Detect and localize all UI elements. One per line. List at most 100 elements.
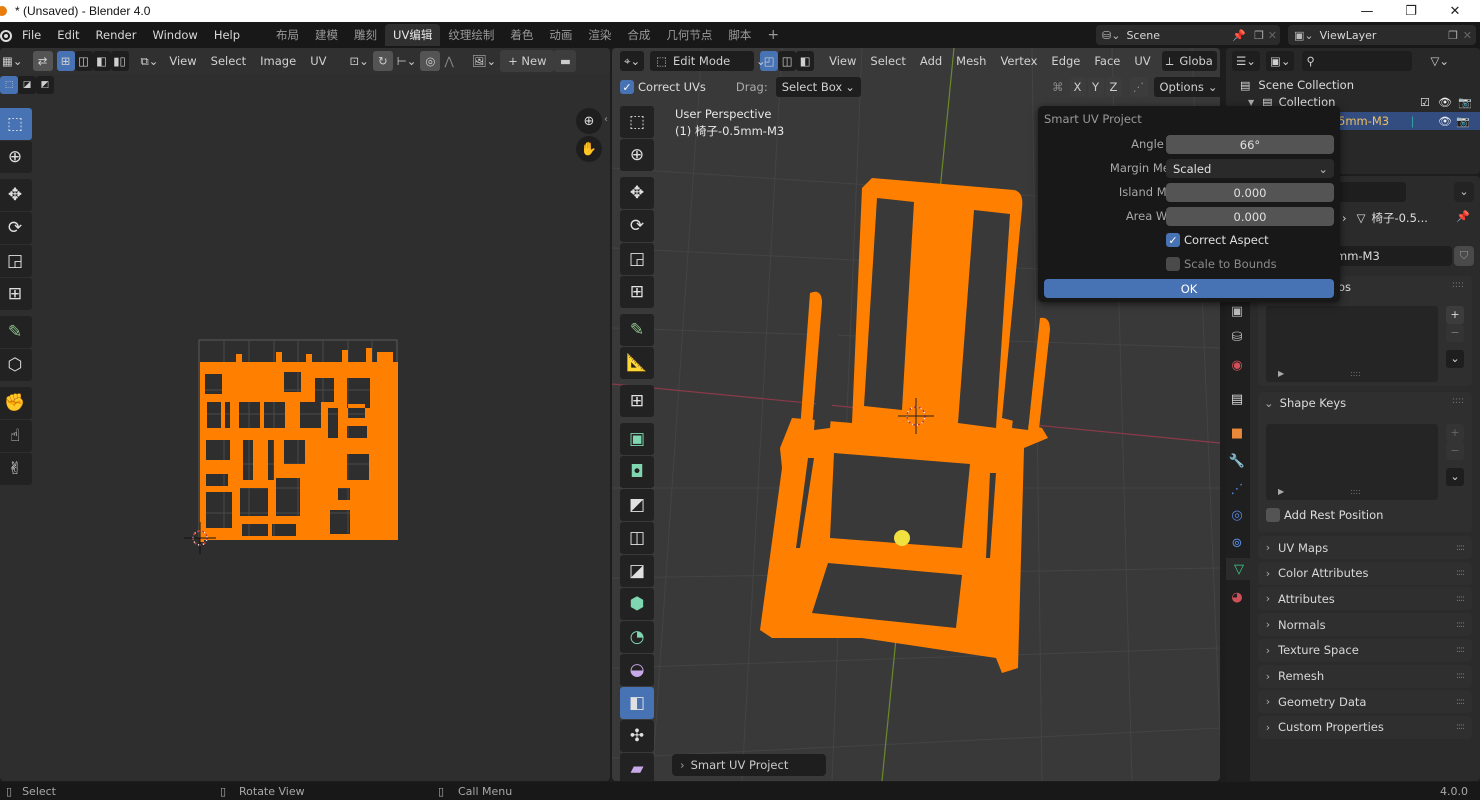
blender-menu-icon[interactable] bbox=[0, 26, 14, 44]
viewport-tool-move[interactable]: ✥ bbox=[620, 177, 654, 209]
angle-limit-field[interactable]: 66° bbox=[1166, 135, 1334, 154]
viewlayer-selector[interactable]: ▣⌄ ViewLayer ❐ ✕ bbox=[1288, 25, 1476, 45]
menu-help[interactable]: Help bbox=[206, 28, 248, 42]
list-resize-handle[interactable]: :::: bbox=[1350, 487, 1361, 496]
editor-type-icon[interactable]: ▦⌄ bbox=[0, 51, 27, 71]
viewport-tool-edge-slide[interactable]: ◧ bbox=[620, 687, 654, 719]
new-scene-icon[interactable]: ❐ bbox=[1254, 29, 1264, 42]
mirror-x-toggle[interactable]: X bbox=[1069, 77, 1086, 97]
vertex-group-specials-button[interactable]: ⌄ bbox=[1446, 350, 1464, 368]
uv-tool-pinch[interactable]: ✌ bbox=[0, 453, 32, 485]
mode-selector[interactable]: ⬚ Edit Mode ⌄ bbox=[650, 51, 766, 71]
drag-select-box-dropdown[interactable]: Select Box ⌄ bbox=[775, 77, 861, 97]
chair-mesh[interactable] bbox=[752, 168, 1072, 678]
viewport-tool-knife[interactable]: ◪ bbox=[620, 555, 654, 587]
area-weight-field[interactable]: 0.000 bbox=[1166, 207, 1334, 226]
display-mode-icon[interactable]: ▣⌄ bbox=[1265, 51, 1295, 71]
add-rest-position-checkbox[interactable] bbox=[1266, 508, 1280, 522]
drag-handle-icon[interactable]: :::: bbox=[1456, 645, 1465, 655]
workspace-tab-layout[interactable]: 布局 bbox=[268, 24, 307, 46]
uv-menu-view[interactable]: View bbox=[162, 54, 203, 68]
workspace-tab-compositing[interactable]: 合成 bbox=[619, 24, 658, 46]
new-image-button[interactable]: + New bbox=[500, 50, 555, 72]
properties-tab-object[interactable]: ■ bbox=[1226, 422, 1248, 444]
viewport-tool-transform[interactable]: ⊞ bbox=[620, 276, 654, 308]
toggle-sidebar-icon[interactable]: ‹ bbox=[604, 114, 608, 125]
uv-tool-transform[interactable]: ⊞ bbox=[0, 278, 32, 310]
viewport-tool-shear[interactable]: ▰ bbox=[620, 753, 654, 781]
workspace-tab-texture-paint[interactable]: 纹理绘制 bbox=[440, 24, 502, 46]
properties-tab-material[interactable]: ◕ bbox=[1226, 586, 1248, 608]
viewport-tool-extrude[interactable]: ▣ bbox=[620, 423, 654, 455]
new-viewlayer-icon[interactable]: ❐ bbox=[1448, 29, 1458, 42]
uv-tool-annotate[interactable]: ✎ bbox=[0, 316, 32, 348]
exclude-checkbox[interactable]: ☑ bbox=[1420, 96, 1430, 109]
maximize-button[interactable]: ❐ bbox=[1388, 0, 1434, 22]
shape-keys-header[interactable]: ⌄ Shape Keys bbox=[1264, 396, 1346, 410]
menu-file[interactable]: File bbox=[14, 28, 49, 42]
uv-tool-rip[interactable]: ⬡ bbox=[0, 349, 32, 381]
workspace-tab-scripting[interactable]: 脚本 bbox=[720, 24, 759, 46]
select-new-icon[interactable]: ⬚ bbox=[0, 76, 18, 94]
uv-canvas[interactable] bbox=[180, 330, 420, 610]
correct-aspect-checkbox[interactable]: ✓ bbox=[1166, 233, 1180, 247]
workspace-tab-uv-editing[interactable]: UV编辑 bbox=[385, 24, 441, 46]
panel-geometry-data[interactable]: › Geometry Data:::: bbox=[1258, 690, 1472, 714]
snap-icon[interactable]: ↻ bbox=[372, 51, 393, 71]
uv-menu-uv[interactable]: UV bbox=[303, 54, 333, 68]
panel-texture-space[interactable]: › Texture Space:::: bbox=[1258, 638, 1472, 662]
mesh-name-field[interactable]: mm-M3 bbox=[1336, 246, 1452, 266]
correct-uvs-checkbox[interactable]: ✓ bbox=[620, 80, 634, 94]
list-filter-icon[interactable]: ▶ bbox=[1278, 369, 1284, 378]
object-visibility-icon[interactable]: 👁 bbox=[1438, 115, 1452, 128]
panel-attributes[interactable]: › Attributes:::: bbox=[1258, 587, 1472, 611]
editor-type-3d-icon[interactable]: ⌖⌄ bbox=[620, 51, 645, 71]
options-dropdown[interactable]: Options ⌄ bbox=[1153, 77, 1220, 97]
workspace-tab-modeling[interactable]: 建模 bbox=[307, 24, 346, 46]
vertex-groups-list[interactable]: ▶ :::: bbox=[1266, 306, 1438, 382]
viewport-tool-spin[interactable]: ◔ bbox=[620, 621, 654, 653]
uv-menu-select[interactable]: Select bbox=[204, 54, 253, 68]
sticky-select-icon[interactable]: ⧉⌄ bbox=[137, 51, 163, 71]
select-extend-icon[interactable]: ◪ bbox=[18, 76, 36, 94]
properties-tab-particles[interactable]: ⋰ bbox=[1226, 478, 1248, 500]
uv-menu-image[interactable]: Image bbox=[253, 54, 303, 68]
viewport-tool-smooth[interactable]: ◒ bbox=[620, 654, 654, 686]
workspace-tab-rendering[interactable]: 渲染 bbox=[580, 24, 619, 46]
drag-handle-icon[interactable]: :::: bbox=[1456, 543, 1465, 553]
edge-select-icon[interactable]: ◫ bbox=[74, 51, 93, 71]
list-filter-icon[interactable]: ▶ bbox=[1278, 487, 1284, 496]
drag-handle-icon[interactable]: :::: bbox=[1456, 620, 1465, 630]
viewport-menu-mesh[interactable]: Mesh bbox=[949, 54, 993, 68]
uv-tool-relax[interactable]: ☝ bbox=[0, 420, 32, 452]
remove-shape-key-button[interactable]: − bbox=[1446, 442, 1464, 460]
topology-mirror-icon[interactable]: ⋰ bbox=[1129, 77, 1148, 97]
zoom-view-icon[interactable]: ⊕ bbox=[576, 108, 602, 134]
outliner-editor-type-icon[interactable]: ☰⌄ bbox=[1232, 51, 1260, 71]
proportional-edit-icon[interactable]: ◎ bbox=[420, 51, 441, 71]
viewport-tool-inset[interactable]: ◘ bbox=[620, 456, 654, 488]
properties-options-icon[interactable]: ⌄ bbox=[1454, 182, 1474, 202]
close-button[interactable]: ✕ bbox=[1432, 0, 1478, 22]
scene-selector[interactable]: ⛁⌄ Scene 📌 ❐ ✕ bbox=[1096, 25, 1280, 45]
viewport-tool-measure[interactable]: 📐 bbox=[620, 347, 654, 379]
viewport-menu-face[interactable]: Face bbox=[1087, 54, 1127, 68]
edge-mode-icon[interactable]: ◫ bbox=[778, 51, 797, 71]
image-browse-icon[interactable]: 🖼⌄ bbox=[468, 51, 500, 71]
properties-tab-physics[interactable]: ◎ bbox=[1226, 504, 1248, 526]
drag-handle-icon[interactable]: :::: bbox=[1456, 594, 1465, 604]
panel-remesh[interactable]: › Remesh:::: bbox=[1258, 664, 1472, 688]
ok-button[interactable]: OK bbox=[1044, 279, 1334, 298]
viewport-tool-bevel[interactable]: ◩ bbox=[620, 489, 654, 521]
pivot-icon[interactable]: ⊡⌄ bbox=[345, 51, 372, 71]
shape-key-specials-button[interactable]: ⌄ bbox=[1446, 468, 1464, 486]
vertex-select-icon[interactable]: ⊞ bbox=[56, 51, 75, 71]
face-mode-icon[interactable]: ◧ bbox=[796, 51, 815, 71]
sync-selection-icon[interactable]: ⇄ bbox=[32, 51, 53, 71]
list-resize-handle[interactable]: :::: bbox=[1350, 369, 1361, 378]
transform-orientation[interactable]: ⟂ Globa bbox=[1161, 51, 1217, 71]
fake-user-icon[interactable]: ⛉ bbox=[1454, 246, 1474, 266]
add-shape-key-button[interactable]: + bbox=[1446, 424, 1464, 442]
panel-color-attributes[interactable]: › Color Attributes:::: bbox=[1258, 561, 1472, 585]
pin-icon[interactable]: 📌 bbox=[1456, 210, 1470, 223]
